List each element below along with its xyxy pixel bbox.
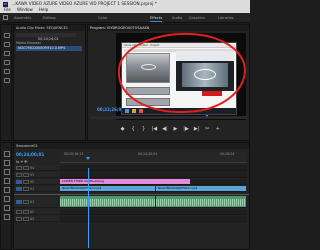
track-name: V3 — [30, 173, 35, 177]
workspace-tab-assembly[interactable]: Assembly — [14, 15, 31, 21]
track-name: V2 — [30, 180, 35, 184]
window-title: ...KAWA VIDEO AZURE VIDEO AZURE VID PROJ… — [11, 1, 157, 6]
workspace-tab-color[interactable]: Color — [98, 15, 107, 21]
mark-in-button[interactable]: { — [129, 126, 138, 133]
track-name: V1 — [30, 187, 35, 191]
go-to-out-button[interactable]: ▶| — [192, 126, 201, 133]
browser-icon — [139, 109, 143, 113]
timeline-clip[interactable]: NGG7MCD0000FM10.mp4 — [156, 186, 246, 191]
mute-icon[interactable] — [23, 210, 29, 214]
track-header-v1[interactable]: V1 — [14, 186, 58, 192]
icon-view-icon[interactable] — [4, 51, 10, 56]
add-button[interactable]: + — [213, 126, 222, 133]
eye-icon[interactable] — [23, 166, 29, 170]
ruler-label: 00;28;24 — [220, 152, 235, 156]
track-header-v4[interactable]: V4 — [14, 165, 58, 171]
selection-tool-icon[interactable] — [4, 151, 10, 157]
slip-tool-icon[interactable] — [4, 187, 10, 193]
sequence-tab[interactable]: Sequence01 — [14, 143, 249, 149]
workspace-tab-editing[interactable]: Editing — [43, 15, 56, 21]
go-to-in-button[interactable]: |◀ — [150, 126, 159, 133]
bin-icon[interactable] — [4, 60, 10, 65]
toggle-icon[interactable] — [16, 200, 22, 204]
play-button[interactable]: ▶ — [171, 126, 180, 133]
track-name: V4 — [30, 166, 35, 170]
mute-icon[interactable] — [23, 217, 29, 221]
step-forward-button[interactable]: |▶ — [182, 126, 191, 133]
marker-button[interactable]: ◆ — [118, 126, 127, 133]
track-header-v3[interactable]: V3 — [14, 172, 58, 178]
toggle-icon[interactable] — [16, 210, 22, 214]
razor-tool-icon[interactable] — [4, 178, 10, 184]
track-name: A3 — [30, 217, 35, 221]
playhead-line — [88, 168, 89, 248]
home-icon[interactable] — [3, 15, 8, 20]
windows-icon — [125, 109, 129, 113]
window-title-bar: Pr ...KAWA VIDEO AZURE VIDEO AZURE VID P… — [0, 0, 250, 7]
source-timecode[interactable]: 00;24;24;01 — [38, 37, 59, 41]
track-divider[interactable] — [14, 194, 249, 195]
timeline-clip[interactable]: LOWER THIRD OVERLAY.png — [60, 179, 190, 184]
pen-tool-icon[interactable] — [4, 196, 10, 202]
toggle-icon[interactable] — [16, 217, 22, 221]
playhead-icon[interactable] — [86, 157, 90, 160]
lift-button[interactable]: ✂ — [203, 126, 212, 133]
step-back-button[interactable]: ◀| — [160, 126, 169, 133]
eye-icon[interactable] — [23, 173, 29, 177]
list-view-icon[interactable] — [4, 42, 10, 47]
toggle-icon[interactable] — [16, 187, 22, 191]
menu-file[interactable]: File — [4, 7, 11, 12]
workspace-tab-audio[interactable]: Audio — [172, 15, 182, 21]
menu-window[interactable]: Window — [17, 7, 33, 12]
track-header-a1[interactable]: A1 — [14, 196, 58, 208]
audio-clip[interactable] — [156, 196, 246, 207]
ripple-edit-tool-icon[interactable] — [4, 169, 10, 175]
track-select-tool-icon[interactable] — [4, 160, 10, 166]
media-browser-label: Media Browser — [16, 41, 42, 45]
type-tool-icon[interactable] — [4, 214, 10, 220]
track-name: A2 — [30, 210, 35, 214]
track-name: A1 — [30, 200, 35, 204]
toggle-icon[interactable] — [16, 173, 22, 177]
panel-title[interactable]: Program: ISYDROGEO00TOSAAKB — [88, 25, 249, 31]
menu-help[interactable]: Help — [39, 7, 48, 12]
eye-icon[interactable] — [23, 180, 29, 184]
program-scrub-bar[interactable] — [90, 116, 247, 119]
tools-panel — [0, 142, 12, 250]
list-item[interactable]: NGG7MCD0000FM10.0.MP4 — [16, 46, 82, 51]
workspace-tab-libraries[interactable]: Libraries — [218, 15, 234, 21]
panel-title[interactable]: Audio Clip Mixer: SEQUENCE1 — [14, 25, 85, 31]
track-header-v2[interactable]: V2 — [14, 179, 58, 185]
search-icon[interactable] — [4, 78, 10, 83]
mark-out-button[interactable]: } — [139, 126, 148, 133]
sequence-icon[interactable] — [4, 69, 10, 74]
toggle-icon[interactable] — [16, 180, 22, 184]
audio-clip-mixer-panel: Audio Clip Mixer: SEQUENCE1 00;24;24;01 … — [13, 24, 86, 141]
mute-icon[interactable] — [23, 200, 29, 204]
timeline-timecode[interactable]: 00;24;00;01 — [16, 152, 44, 157]
timeline-clip[interactable]: NGG7MCD0000FM10.mp4 — [60, 186, 155, 191]
ruler-label: 00;24;20;01 — [138, 152, 158, 156]
folder-icon[interactable] — [4, 33, 10, 38]
track-header-a3[interactable]: A3 — [14, 216, 58, 222]
workspace-tab-graphics[interactable]: Graphics — [189, 15, 205, 21]
folder-icon — [132, 109, 136, 113]
timeline-panel: Sequence01 00;24;00;01 ⇆ ⌖ ✥ 00;20;16;13… — [13, 142, 250, 250]
timeline-tool-icons[interactable]: ⇆ ⌖ ✥ — [16, 159, 28, 164]
workspace-bar: Assembly Editing Color Effects Audio Gra… — [0, 13, 250, 23]
eye-icon[interactable] — [23, 187, 29, 191]
hand-tool-icon[interactable] — [4, 205, 10, 211]
waveform — [60, 199, 155, 206]
workspace-tab-effects[interactable]: Effects — [150, 15, 163, 22]
audio-clip[interactable] — [60, 196, 155, 207]
time-ruler[interactable]: 00;20;16;13 00;24;20;01 00;28;24 — [60, 151, 247, 163]
premiere-logo-icon: Pr — [3, 1, 8, 7]
waveform — [156, 199, 246, 206]
transport-controls: ◆ { } |◀ ◀| ▶ |▶ ▶| ✂ + — [118, 126, 228, 133]
project-tools-strip — [0, 24, 12, 141]
toggle-icon[interactable] — [16, 166, 22, 170]
track-header-a2[interactable]: A2 — [14, 209, 58, 215]
ruler-label: 00;20;16;13 — [64, 152, 84, 156]
